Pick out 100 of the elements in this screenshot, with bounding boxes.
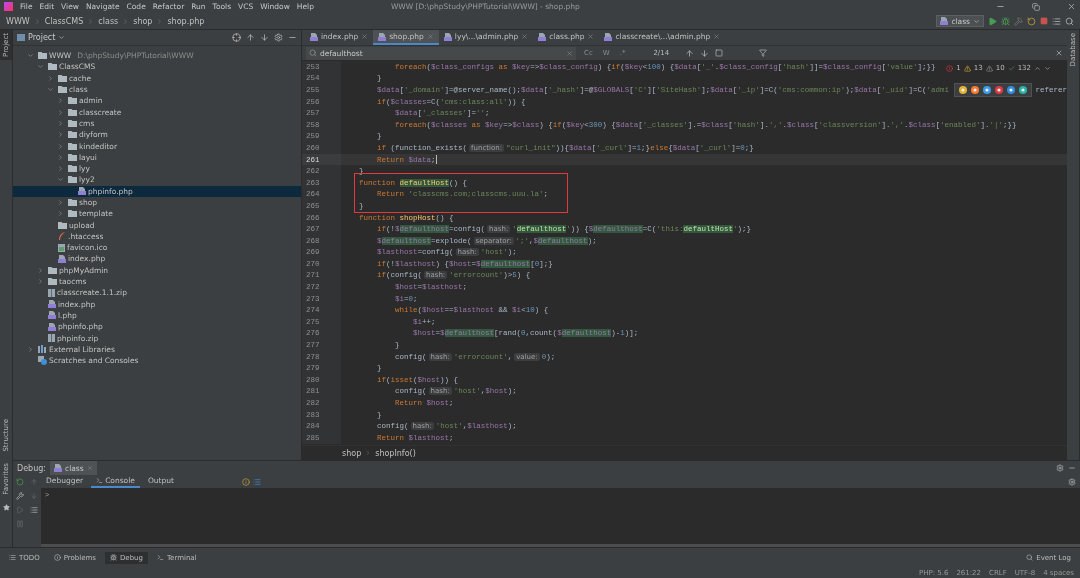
- php-file-icon: [604, 32, 613, 41]
- hide-icon[interactable]: [1068, 464, 1076, 472]
- debug-icon: [109, 554, 117, 561]
- up-icon[interactable]: [30, 478, 38, 486]
- separator-icon: [156, 17, 164, 25]
- search-icon[interactable]: [1065, 16, 1074, 26]
- caret-icon[interactable]: [58, 34, 66, 41]
- php-file-icon: [538, 32, 547, 41]
- feather-icon: [58, 232, 66, 241]
- close-icon[interactable]: [1067, 2, 1076, 11]
- resume-icon[interactable]: [16, 506, 24, 514]
- chevron-right-icon[interactable]: [57, 97, 64, 105]
- stop-icon[interactable]: [1040, 17, 1048, 25]
- restore-icon[interactable]: [1032, 2, 1040, 11]
- caret-icon[interactable]: [973, 17, 980, 25]
- close-icon[interactable]: [1055, 49, 1063, 57]
- next-match-icon[interactable]: [700, 48, 710, 58]
- breadcrumb[interactable]: shopInfo(): [375, 448, 416, 458]
- weak-warning-icon: [985, 64, 993, 72]
- chevron-right-icon[interactable]: [57, 165, 64, 173]
- breadcrumb[interactable]: WWW: [6, 16, 30, 26]
- close-icon[interactable]: [521, 33, 529, 40]
- expand-icon[interactable]: [260, 33, 269, 42]
- list-icon[interactable]: [252, 477, 261, 486]
- image-file-icon: [58, 243, 65, 252]
- archive-icon: [48, 334, 55, 343]
- chevron-right-icon[interactable]: [27, 345, 34, 353]
- chevron-down-icon[interactable]: [47, 86, 54, 94]
- chevron-down-icon[interactable]: [27, 52, 34, 60]
- breadcrumb[interactable]: shop.php: [167, 16, 205, 26]
- php-file-icon: [443, 32, 452, 41]
- terminal-icon: [157, 554, 164, 561]
- info-icon[interactable]: [241, 477, 250, 486]
- chevron-right-icon[interactable]: [37, 266, 44, 274]
- breadcrumb[interactable]: shop: [133, 16, 153, 26]
- previous-match-icon[interactable]: [685, 48, 695, 58]
- php-file-icon: [48, 311, 56, 320]
- chevron-right-icon[interactable]: [47, 74, 54, 82]
- separator-icon: [365, 450, 372, 456]
- separator-icon: [122, 17, 130, 25]
- collapse-icon[interactable]: [246, 33, 255, 42]
- debug-icon[interactable]: [1001, 16, 1010, 26]
- locate-icon[interactable]: [232, 33, 241, 42]
- info-icon: [53, 554, 61, 561]
- php-file-icon: [310, 32, 318, 41]
- settings-icon[interactable]: [274, 33, 283, 42]
- console-icon: [96, 477, 104, 484]
- chevron-right-icon[interactable]: [57, 199, 64, 206]
- breadcrumb[interactable]: ClassCMS: [44, 16, 84, 26]
- rerun-icon[interactable]: [16, 478, 24, 486]
- php-file-icon: [78, 187, 86, 196]
- wrap-icon[interactable]: [30, 506, 38, 514]
- php-file-icon: [58, 255, 66, 263]
- close-icon[interactable]: [426, 33, 434, 40]
- list-icon: [9, 554, 16, 561]
- down-icon[interactable]: [30, 492, 38, 500]
- warning-icon: [963, 64, 971, 72]
- search-icon: [309, 49, 317, 57]
- chevron-up-icon[interactable]: [1034, 64, 1041, 72]
- project-view-dropdown[interactable]: Project: [17, 33, 66, 42]
- chevron-down-icon[interactable]: [37, 63, 44, 71]
- chevron-down-icon[interactable]: [57, 176, 64, 184]
- panel-icon: [17, 34, 25, 41]
- chevron-right-icon[interactable]: [57, 142, 64, 150]
- chevron-right-icon[interactable]: [57, 108, 64, 116]
- php-file-icon: [378, 32, 387, 41]
- pause-icon[interactable]: [16, 520, 24, 528]
- chevron-right-icon[interactable]: [57, 210, 64, 218]
- chevron-right-icon[interactable]: [57, 131, 64, 139]
- php-file-icon: [54, 464, 62, 472]
- rerun-icon[interactable]: [1027, 16, 1036, 26]
- separator-icon: [33, 17, 41, 25]
- check-icon: [1007, 64, 1015, 72]
- close-icon[interactable]: [587, 33, 595, 40]
- wrench-icon[interactable]: [16, 492, 24, 500]
- chevron-right-icon[interactable]: [57, 119, 64, 127]
- chevron-down-icon[interactable]: [1044, 64, 1051, 72]
- close-icon[interactable]: [361, 33, 369, 40]
- filter-icon[interactable]: [759, 49, 768, 57]
- separator-icon: [87, 17, 95, 25]
- breadcrumb[interactable]: shop: [342, 448, 362, 458]
- run-icon[interactable]: [988, 16, 997, 26]
- close-icon[interactable]: [713, 33, 721, 40]
- chevron-right-icon[interactable]: [57, 153, 64, 161]
- php-file-icon: [940, 17, 949, 25]
- php-file-icon: [48, 300, 56, 309]
- settings-icon[interactable]: [1056, 464, 1064, 472]
- breadcrumb[interactable]: class: [98, 16, 119, 26]
- app-logo-icon: [4, 2, 13, 11]
- panel-title: Debug:: [17, 463, 46, 473]
- scratches-icon: [38, 356, 47, 366]
- star-icon[interactable]: [2, 504, 10, 511]
- php-file-icon: [48, 322, 56, 331]
- text-cursor: [435, 155, 437, 165]
- chevron-right-icon[interactable]: [37, 278, 44, 286]
- search-icon: [1026, 554, 1034, 561]
- build-icon[interactable]: [1014, 16, 1023, 26]
- clear-icon[interactable]: [566, 49, 573, 57]
- archive-icon: [48, 288, 55, 297]
- error-icon: [946, 64, 954, 72]
